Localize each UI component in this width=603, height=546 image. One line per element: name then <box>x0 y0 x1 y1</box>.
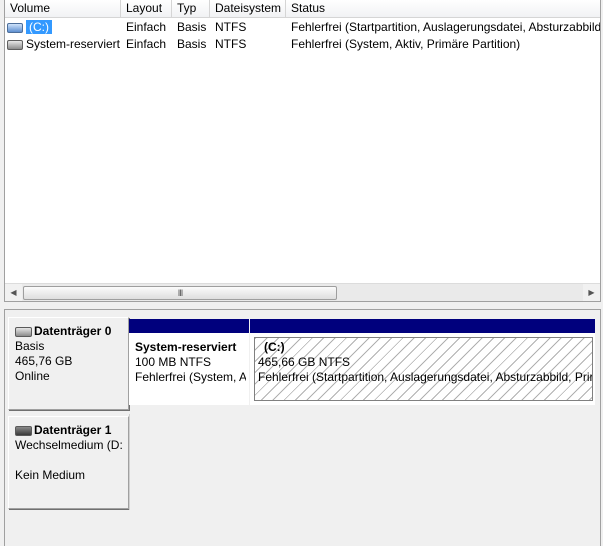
disk-1-title: Datenträger 1 <box>15 423 128 438</box>
column-header-volume[interactable]: Volume <box>5 0 121 17</box>
disk-0-title: Datenträger 0 <box>15 324 128 339</box>
partition-size: 465,66 GB NTFS <box>258 355 351 369</box>
column-header-dateisystem[interactable]: Dateisystem <box>210 0 286 17</box>
volume-name: System-reserviert <box>26 37 121 51</box>
disk-1-type: Wechselmedium (D: <box>15 438 123 452</box>
disk-1-state: Kein Medium <box>15 468 86 482</box>
horizontal-scrollbar[interactable]: ◀ III ▶ <box>5 283 600 301</box>
column-header-status[interactable]: Status <box>286 0 600 17</box>
disk-1-name: Datenträger 1 <box>34 423 112 437</box>
volume-filesystem: NTFS <box>215 37 247 51</box>
partition-size: 100 MB NTFS <box>135 355 212 369</box>
removable-disk-icon <box>15 425 32 436</box>
disk-1-label[interactable]: Datenträger 1 Wechselmedium (D: Kein Med… <box>8 416 129 509</box>
disk-0-size: 465,76 GB <box>15 354 73 368</box>
hard-disk-icon <box>15 326 32 337</box>
volume-row-system-reserviert[interactable]: System-reserviert Einfach Basis NTFS Feh… <box>5 36 600 53</box>
volume-name-cell: System-reserviert <box>7 36 121 53</box>
disk-0-partitions: System-reserviert 100 MB NTFS Fehlerfrei… <box>129 319 599 405</box>
volume-filesystem: NTFS <box>215 20 247 34</box>
scroll-right-arrow-icon[interactable]: ▶ <box>583 284 600 301</box>
disk-1-size <box>15 453 128 468</box>
volume-system-icon <box>7 39 23 50</box>
volume-typ: Basis <box>177 20 207 34</box>
partition-system-reserviert[interactable]: System-reserviert 100 MB NTFS Fehlerfrei… <box>129 319 249 405</box>
partition-c-body: (C:) 465,66 GB NTFS Fehlerfrei (Startpar… <box>254 337 593 401</box>
disk-0-name: Datenträger 0 <box>34 324 112 338</box>
column-header-typ[interactable]: Typ <box>172 0 210 17</box>
scrollbar-thumb[interactable]: III <box>23 286 337 300</box>
disk-map-pane: Datenträger 0 Basis 465,76 GB Online Sys… <box>4 309 601 546</box>
partition-name: System-reserviert <box>135 340 237 354</box>
volume-name-cell: (C:) <box>7 19 121 36</box>
scroll-left-arrow-icon[interactable]: ◀ <box>5 284 22 301</box>
volume-list-header: Volume Layout Typ Dateisystem Status <box>5 0 600 18</box>
partition-c[interactable]: (C:) 465,66 GB NTFS Fehlerfrei (Startpar… <box>250 319 595 405</box>
volume-status: Fehlerfrei (System, Aktiv, Primäre Parti… <box>291 37 521 51</box>
volume-c-icon <box>7 22 23 33</box>
volume-name: (C:) <box>26 20 52 34</box>
disk-0-state: Online <box>15 369 50 383</box>
disk-0-label[interactable]: Datenträger 0 Basis 465,76 GB Online <box>8 317 129 410</box>
volume-layout: Einfach <box>126 37 167 51</box>
scrollbar-grip-icon: III <box>177 288 183 298</box>
disk-1-partitions <box>129 414 600 510</box>
volume-typ: Basis <box>177 37 207 51</box>
column-header-layout[interactable]: Layout <box>121 0 172 17</box>
volume-row-c[interactable]: (C:) Einfach Basis NTFS Fehlerfrei (Star… <box>5 19 600 36</box>
partition-bar <box>129 319 249 333</box>
partition-bar <box>250 319 595 333</box>
partition-status: Fehlerfrei (System, A <box>135 370 247 384</box>
volume-status: Fehlerfrei (Startpartition, Auslagerungs… <box>291 20 600 34</box>
partition-name: (C:) <box>264 340 285 354</box>
partition-status: Fehlerfrei (Startpartition, Auslagerungs… <box>258 370 593 384</box>
partition-system-reserviert-body: System-reserviert 100 MB NTFS Fehlerfrei… <box>131 337 247 401</box>
disk-0-type: Basis <box>15 339 45 353</box>
volume-layout: Einfach <box>126 20 167 34</box>
volume-list: Volume Layout Typ Dateisystem Status (C:… <box>4 0 601 302</box>
